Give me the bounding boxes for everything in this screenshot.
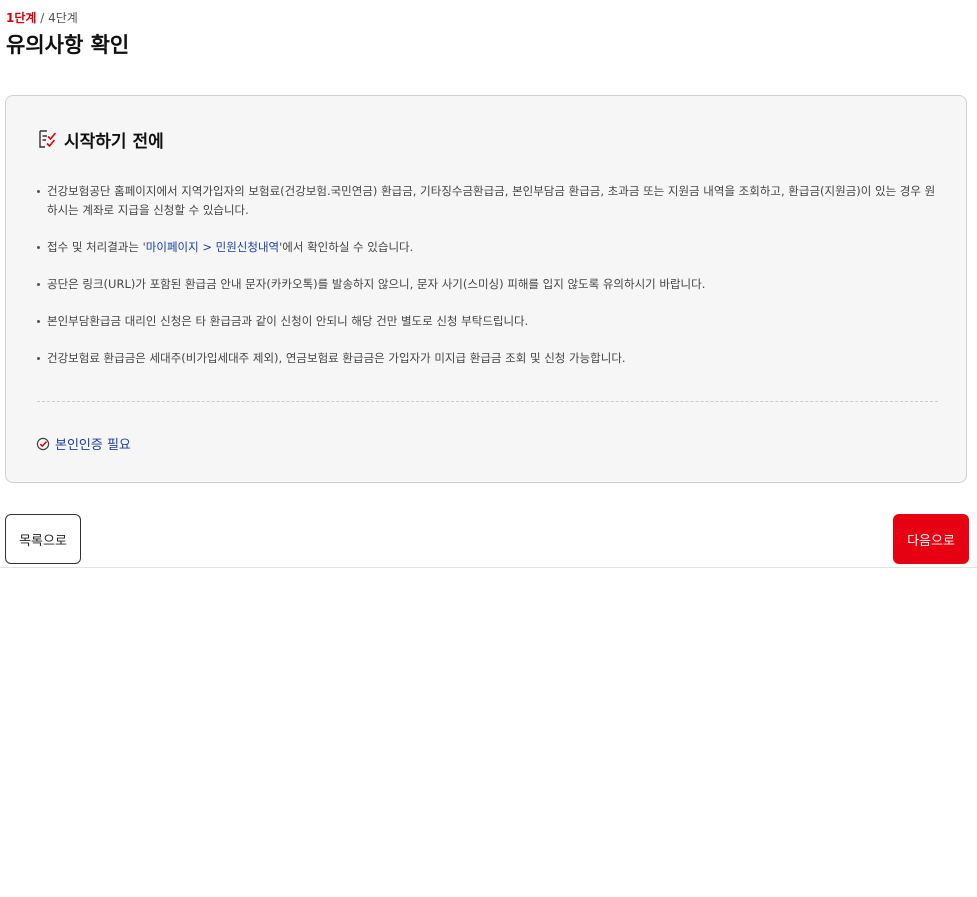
notice-item: 건강보험공단 홈페이지에서 지역가입자의 보험료(건강보험.국민연금) 환급금,… [37,182,943,220]
notice-box: 시작하기 전에 건강보험공단 홈페이지에서 지역가입자의 보험료(건강보험.국민… [5,95,967,483]
step-total: 4단계 [48,11,78,25]
page: 1단계 / 4단계 유의사항 확인 시작하기 전에 건강보험공단 홈페이지에서 … [0,0,977,897]
notice-item-text: 공단은 링크(URL)가 포함된 환급금 안내 문자(카카오톡)를 발송하지 않… [47,277,706,291]
next-button[interactable]: 다음으로 [893,514,969,564]
page-title: 유의사항 확인 [6,33,130,57]
notice-item: 본인부담환급금 대리인 신청은 타 환급금과 같이 신청이 안되니 해당 건만 … [37,312,943,331]
notice-item: 공단은 링크(URL)가 포함된 환급금 안내 문자(카카오톡)를 발송하지 않… [37,275,943,294]
notice-item-text: '에서 확인하실 수 있습니다. [279,240,414,254]
step-current: 1단계 [6,11,37,25]
mypage-request-history-link[interactable]: 마이페이지 > 민원신청내역 [146,240,279,254]
dashed-divider [37,401,938,402]
notice-item-text: 건강보험공단 홈페이지에서 지역가입자의 보험료(건강보험.국민연금) 환급금,… [47,184,936,217]
notice-item-text: 접수 및 처리결과는 ' [47,240,146,254]
notice-item: 건강보험료 환급금은 세대주(비가입세대주 제외), 연금보험료 환급금은 가입… [37,349,943,368]
checklist-icon [37,128,59,150]
notice-title: 시작하기 전에 [64,131,164,152]
step-separator: / [36,11,49,25]
notice-item: 접수 및 처리결과는 '마이페이지 > 민원신청내역'에서 확인하실 수 있습니… [37,238,943,257]
notice-list: 건강보험공단 홈페이지에서 지역가입자의 보험료(건강보험.국민연금) 환급금,… [37,182,943,386]
notice-item-text: 본인부담환급금 대리인 신청은 타 환급금과 같이 신청이 안되니 해당 건만 … [47,314,529,328]
bottom-divider [0,567,977,568]
notice-header: 시작하기 전에 [37,126,164,152]
back-to-list-button[interactable]: 목록으로 [5,514,81,564]
auth-required-label: 본인인증 필요 [55,437,131,453]
check-circle-icon [36,436,50,451]
notice-item-text: 건강보험료 환급금은 세대주(비가입세대주 제외), 연금보험료 환급금은 가입… [47,351,626,365]
step-indicator: 1단계 / 4단계 [6,10,78,26]
auth-required-row: 본인인증 필요 [36,433,131,453]
